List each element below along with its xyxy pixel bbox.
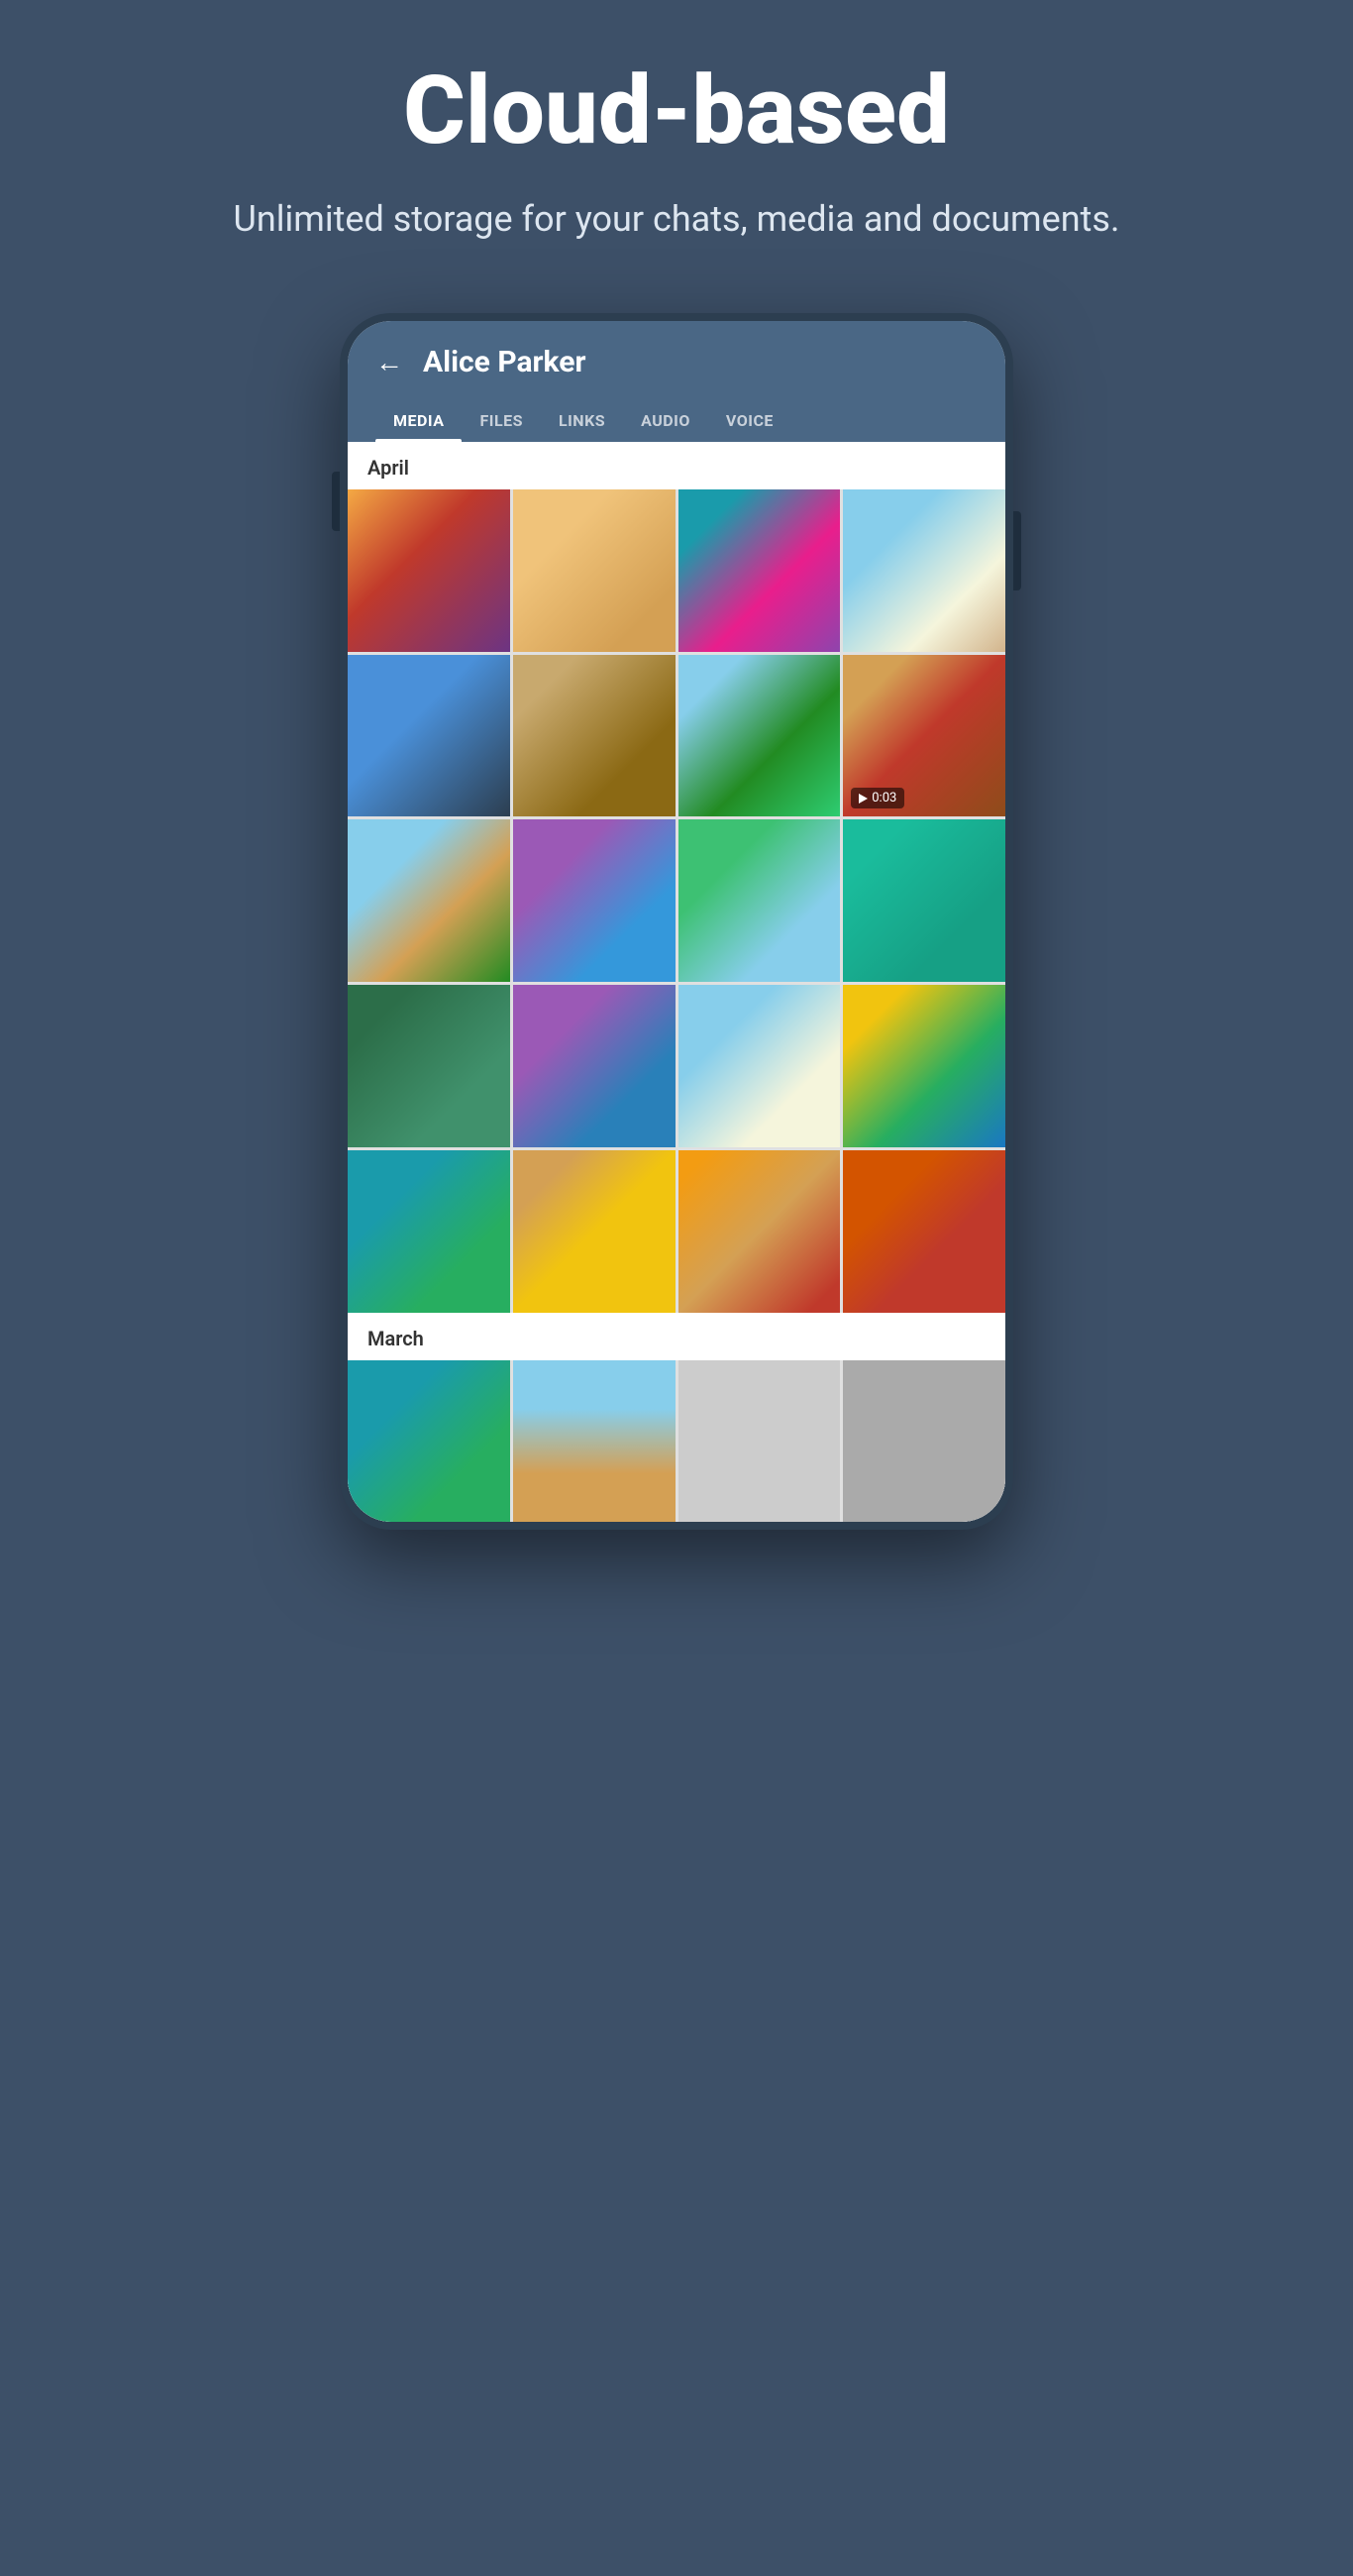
video-cell[interactable]: 0:03	[843, 655, 1005, 817]
photo-cell[interactable]	[513, 1360, 676, 1523]
app-header: ← Alice Parker MEDIA FILES LINKS AUDIO V…	[348, 321, 1005, 442]
phone-screen: ← Alice Parker MEDIA FILES LINKS AUDIO V…	[348, 321, 1005, 1523]
video-duration: 0:03	[872, 791, 896, 805]
back-button[interactable]: ←	[375, 346, 403, 378]
play-icon	[859, 794, 868, 804]
photo-cell[interactable]	[348, 819, 510, 982]
photo-cell[interactable]	[348, 1150, 510, 1313]
media-content: April 0:03	[348, 442, 1005, 1523]
tab-files[interactable]: FILES	[462, 399, 540, 442]
tab-links[interactable]: LINKS	[541, 399, 623, 442]
month-april: April	[348, 442, 1005, 489]
photo-cell[interactable]	[513, 655, 676, 817]
photo-cell[interactable]	[678, 819, 841, 982]
photo-cell[interactable]	[348, 489, 510, 652]
photo-cell[interactable]	[843, 1150, 1005, 1313]
photo-cell[interactable]	[678, 655, 841, 817]
photo-cell[interactable]	[678, 489, 841, 652]
tab-media[interactable]: MEDIA	[375, 399, 462, 442]
hero-title: Cloud-based	[403, 59, 950, 164]
contact-name: Alice Parker	[423, 345, 585, 379]
photo-cell[interactable]	[678, 1360, 841, 1523]
photo-cell[interactable]	[678, 985, 841, 1147]
photo-cell[interactable]	[348, 985, 510, 1147]
photo-cell[interactable]	[348, 1360, 510, 1523]
photo-cell[interactable]	[843, 819, 1005, 982]
tabs-bar: MEDIA FILES LINKS AUDIO VOICE	[375, 399, 978, 442]
month-march: March	[348, 1313, 1005, 1360]
photo-cell[interactable]	[513, 1150, 676, 1313]
tab-audio[interactable]: AUDIO	[623, 399, 708, 442]
april-grid: 0:03	[348, 489, 1005, 1313]
photo-cell[interactable]	[843, 1360, 1005, 1523]
photo-cell[interactable]	[843, 985, 1005, 1147]
march-section: March	[348, 1313, 1005, 1523]
video-badge: 0:03	[851, 788, 904, 808]
march-grid	[348, 1360, 1005, 1523]
photo-cell[interactable]	[843, 489, 1005, 652]
photo-cell[interactable]	[348, 655, 510, 817]
hero-subtitle: Unlimited storage for your chats, media …	[234, 194, 1120, 244]
photo-cell[interactable]	[678, 1150, 841, 1313]
tab-voice[interactable]: VOICE	[708, 399, 791, 442]
photo-cell[interactable]	[513, 985, 676, 1147]
photo-cell[interactable]	[513, 489, 676, 652]
photo-cell[interactable]	[513, 819, 676, 982]
phone-mockup: ← Alice Parker MEDIA FILES LINKS AUDIO V…	[340, 313, 1013, 1531]
